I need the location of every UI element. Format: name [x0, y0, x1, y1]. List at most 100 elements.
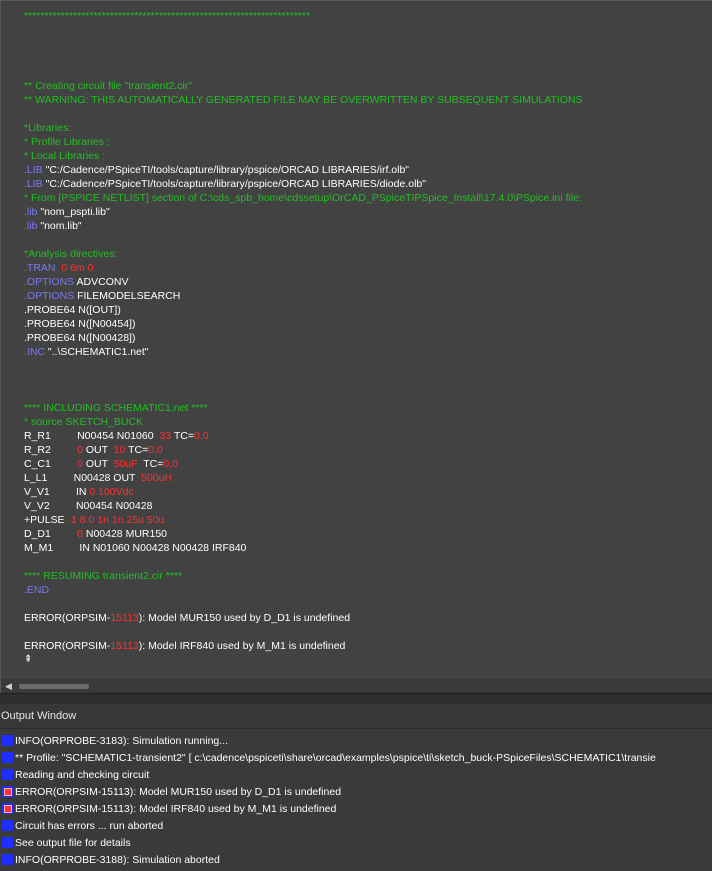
code-token: V_V2 N00454 N00428	[24, 500, 153, 512]
code-line: ****************************************…	[24, 9, 712, 23]
code-token: "C:/Cadence/PSpiceTI/tools/capture/libra…	[42, 178, 426, 190]
error-icon	[2, 803, 13, 814]
info-icon	[2, 752, 13, 763]
output-info-row[interactable]: Reading and checking circuit	[0, 766, 712, 783]
code-token: .END	[24, 584, 50, 596]
output-message-text: Reading and checking circuit	[15, 768, 150, 781]
code-line: * source SKETCH_BUCK	[24, 415, 712, 429]
code-line: +PULSE -1 8 0 1n 1n 25u 50u	[24, 513, 712, 527]
scrollbar-thumb[interactable]	[19, 684, 89, 689]
code-line: ERROR(ORPSIM-15113): Model MUR150 used b…	[24, 611, 712, 625]
code-token: "nom_pspti.lib"	[37, 206, 110, 218]
code-token: 10	[113, 444, 126, 456]
code-line: L_L1 N00428 OUT 500uH	[24, 471, 712, 485]
code-token: * source SKETCH_BUCK	[24, 416, 144, 428]
code-token: .OPTIONS	[24, 276, 75, 288]
code-token: TC=	[171, 430, 194, 442]
code-token: *Libraries:	[24, 122, 72, 134]
code-line: * Local Libraries :	[24, 149, 712, 163]
text-cursor-icon: ⇞	[24, 654, 33, 665]
code-token: TC=	[125, 444, 149, 456]
code-token: V_V1 IN	[24, 486, 90, 498]
output-error-row[interactable]: ERROR(ORPSIM-15113): Model MUR150 used b…	[0, 783, 712, 800]
code-token: .lib	[24, 206, 38, 218]
code-line: .INC "..\SCHEMATIC1.net"	[24, 345, 712, 359]
code-token: TC=	[137, 458, 164, 470]
info-icon	[2, 735, 13, 746]
code-token: L_L1 N00428 OUT	[24, 472, 142, 484]
code-line: R_R2 0 OUT 10 TC=0,0	[24, 443, 712, 457]
code-line: **** INCLUDING SCHEMATIC1.net ****	[24, 401, 712, 415]
code-token: "..\SCHEMATIC1.net"	[45, 346, 149, 358]
code-token: .LIB	[24, 178, 43, 190]
code-token: .LIB	[24, 164, 43, 176]
code-token: .PROBE64 N([OUT])	[24, 304, 121, 316]
code-token: "C:/Cadence/PSpiceTI/tools/capture/libra…	[42, 164, 410, 176]
code-token: .PROBE64 N([N00428])	[24, 332, 136, 344]
output-info-row[interactable]: See output file for details	[0, 834, 712, 851]
code-token: N00428 MUR150	[82, 528, 167, 540]
code-token: R_R1 N00454 N01060	[24, 430, 160, 442]
netlist-editor[interactable]: ****************************************…	[0, 0, 712, 695]
code-token: +PULSE	[24, 514, 68, 526]
output-info-row[interactable]: Circuit has errors ... run aborted	[0, 817, 712, 834]
output-message-list[interactable]: INFO(ORPROBE-3183): Simulation running..…	[0, 732, 712, 868]
code-token: 0,0	[163, 458, 179, 470]
output-message-text: Circuit has errors ... run aborted	[15, 819, 164, 832]
code-line: .lib "nom.lib"	[24, 219, 712, 233]
code-line: V_V1 IN 0 100Vdc	[24, 485, 712, 499]
code-token: OUT	[82, 444, 114, 456]
code-token: 0 100Vdc	[89, 486, 134, 498]
code-token: ** WARNING: THIS AUTOMATICALLY GENERATED…	[24, 94, 583, 106]
code-token: .PROBE64 N([N00454])	[24, 318, 136, 330]
code-token: .OPTIONS	[24, 290, 75, 302]
code-token: D_D1	[24, 528, 78, 540]
code-token: * Local Libraries :	[24, 150, 106, 162]
code-token: 15113	[110, 612, 139, 624]
output-error-row[interactable]: ERROR(ORPSIM-15113): Model IRF840 used b…	[0, 800, 712, 817]
pane-divider[interactable]	[0, 693, 712, 704]
code-token: **** RESUMING transient2.cir ****	[24, 570, 183, 582]
output-info-row[interactable]: ** Profile: "SCHEMATIC1-transient2" [ c:…	[0, 749, 712, 766]
code-token: .INC	[24, 346, 45, 358]
code-line: C_C1 0 OUT 50uF TC=0,0	[24, 457, 712, 471]
output-message-text: See output file for details	[15, 836, 131, 849]
code-line: **** RESUMING transient2.cir ****	[24, 569, 712, 583]
code-line: .PROBE64 N([N00428])	[24, 331, 712, 345]
code-token: ): Model MUR150 used by D_D1 is undefine…	[138, 612, 351, 624]
code-token: .lib	[24, 220, 38, 232]
code-token: 33	[159, 430, 172, 442]
code-token: M_M1 IN N01060 N00428 N00428 IRF840	[24, 542, 247, 554]
code-token: 0,0	[193, 430, 209, 442]
code-token: * From [PSPICE NETLIST] section of C:\cd…	[24, 192, 582, 204]
output-info-row[interactable]: INFO(ORPROBE-3183): Simulation running..…	[0, 732, 712, 749]
code-token: R_R2	[24, 444, 78, 456]
output-message-text: ERROR(ORPSIM-15113): Model IRF840 used b…	[15, 802, 337, 815]
code-line: .PROBE64 N([OUT])	[24, 303, 712, 317]
code-token: "nom.lib"	[37, 220, 82, 232]
code-line: .PROBE64 N([N00454])	[24, 317, 712, 331]
scroll-left-icon[interactable]: ◀	[5, 681, 15, 692]
output-message-text: ** Profile: "SCHEMATIC1-transient2" [ c:…	[15, 751, 656, 764]
output-message-text: INFO(ORPROBE-3188): Simulation aborted	[15, 853, 220, 866]
code-token: ADVCONV	[74, 276, 129, 288]
code-line: * From [PSPICE NETLIST] section of C:\cd…	[24, 191, 712, 205]
code-line: .OPTIONS FILEMODELSEARCH	[24, 289, 712, 303]
code-token: **** INCLUDING SCHEMATIC1.net ****	[24, 402, 208, 414]
code-token: ****************************************…	[24, 10, 311, 22]
output-info-row[interactable]: INFO(ORPROBE-3188): Simulation aborted	[0, 851, 712, 868]
code-line: *Libraries:	[24, 121, 712, 135]
code-token: ERROR(ORPSIM-	[24, 612, 111, 624]
code-token: ** Creating circuit file "transient2.cir…	[24, 80, 192, 92]
